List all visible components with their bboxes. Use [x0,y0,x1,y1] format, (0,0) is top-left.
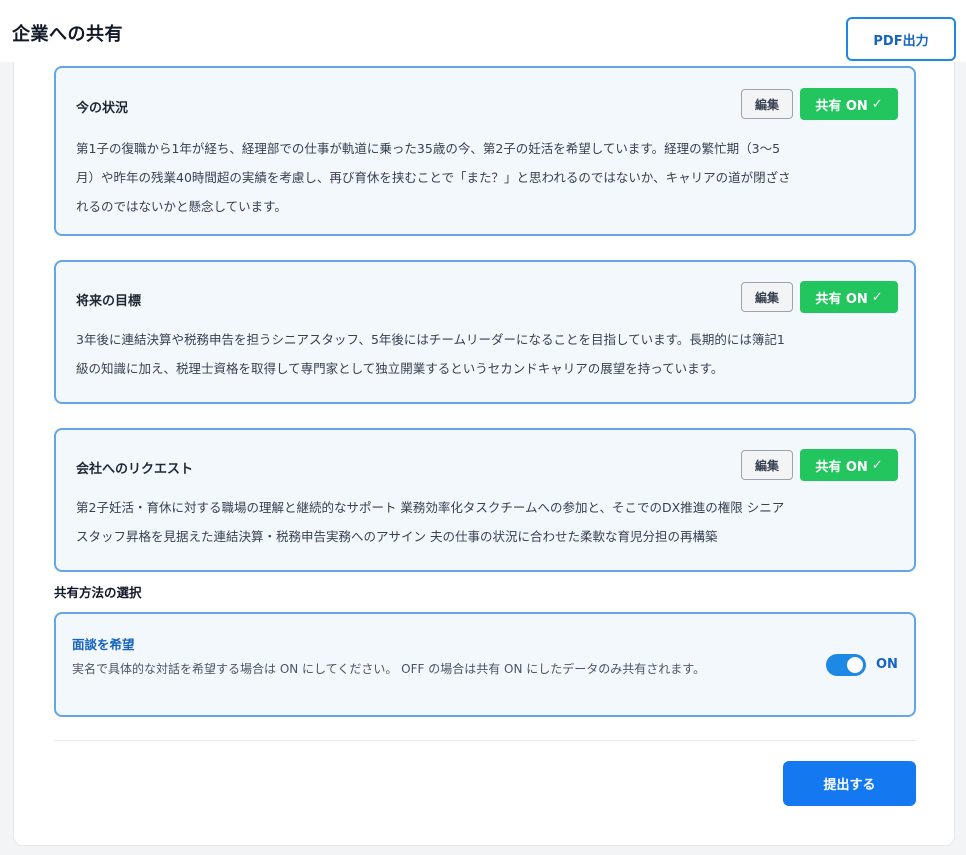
check-icon: ✓ [871,96,883,112]
toggle-state-label: ON [876,657,898,672]
share-panel: 今の状況 編集 共有 ON ✓ 第1子の復職から1年が経ち、経理部での仕事が軌道… [13,62,955,846]
card-line: 第2子妊活・育休に対する職場の理解と継続的なサポート 業務効率化タスクチームへの… [76,500,785,515]
card-title: 将来の目標 [76,294,142,309]
edit-button[interactable]: 編集 [741,450,793,480]
card-line: 月）や昨年の残業40時間超の実績を考慮し、再び育休を挟むことで「また？」と思われ… [76,170,791,185]
card-title: 会社へのリクエスト [76,462,194,477]
card-body: 第1子の復職から1年が経ち、経理部での仕事が軌道に乗った35歳の今、第2子の妊活… [76,134,894,221]
card-line: 第1子の復職から1年が経ち、経理部での仕事が軌道に乗った35歳の今、第2子の妊活… [76,141,781,156]
page-header: 企業への共有 PDF出力 [0,0,966,62]
card-future-goals: 将来の目標 編集 共有 ON ✓ 3年後に連結決算や税務申告を担うシニアスタッフ… [54,260,916,404]
edit-button[interactable]: 編集 [741,282,793,312]
share-on-button[interactable]: 共有 ON ✓ [800,449,898,481]
card-body: 第2子妊活・育休に対する職場の理解と継続的なサポート 業務効率化タスクチームへの… [76,493,894,551]
share-label: 共有 ON [815,459,868,475]
toggle-knob [847,657,863,673]
card-line: 級の知識に加え、税理士資格を取得して専門家として独立開業するというセカンドキャリ… [76,361,724,376]
card-line: 3年後に連結決算や税務申告を担うシニアスタッフ、5年後にはチームリーダーになるこ… [76,332,785,347]
share-method-label: 共有方法の選択 [54,585,142,600]
card-company-request: 会社へのリクエスト 編集 共有 ON ✓ 第2子妊活・育休に対する職場の理解と継… [54,428,916,572]
check-icon: ✓ [871,289,883,305]
interview-toggle-switch[interactable] [826,654,866,676]
edit-button[interactable]: 編集 [741,89,793,119]
interview-option-card: 面談を希望 実名で具体的な対話を希望する場合は ON にしてください。 OFF … [54,612,916,717]
check-icon: ✓ [871,457,883,473]
card-line: スタッフ昇格を見据えた連結決算・税務申告実務へのアサイン 夫の仕事の状況に合わせ… [76,529,718,544]
share-label: 共有 ON [815,291,868,307]
pdf-export-button[interactable]: PDF出力 [846,17,956,61]
page-title: 企業への共有 [12,24,123,45]
submit-button[interactable]: 提出する [783,761,916,806]
share-on-button[interactable]: 共有 ON ✓ [800,88,898,120]
card-line: れるのではないかと懸念しています。 [76,199,287,214]
card-current-situation: 今の状況 編集 共有 ON ✓ 第1子の復職から1年が経ち、経理部での仕事が軌道… [54,66,916,236]
share-label: 共有 ON [815,98,868,114]
card-title: 今の状況 [76,101,129,116]
interview-description: 実名で具体的な対話を希望する場合は ON にしてください。 OFF の場合は共有… [72,662,706,676]
interview-title: 面談を希望 [72,637,135,652]
divider [54,740,916,741]
card-body: 3年後に連結決算や税務申告を担うシニアスタッフ、5年後にはチームリーダーになるこ… [76,325,894,383]
share-on-button[interactable]: 共有 ON ✓ [800,281,898,313]
